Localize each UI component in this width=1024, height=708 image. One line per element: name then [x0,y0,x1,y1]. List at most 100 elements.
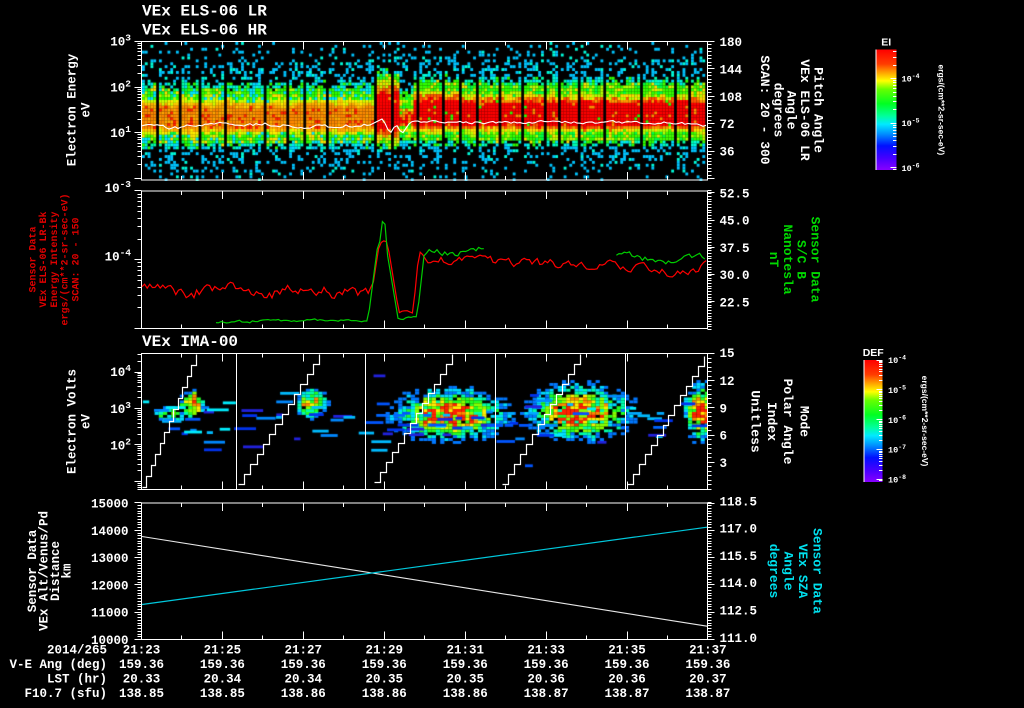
svg-text:72: 72 [720,118,735,132]
svg-text:159.36: 159.36 [119,658,164,672]
svg-text:10-6: 10-6 [902,162,920,174]
svg-text:159.36: 159.36 [524,658,569,672]
svg-text:10-5: 10-5 [888,384,906,396]
svg-text:114.0: 114.0 [720,577,758,591]
svg-text:20.37: 20.37 [689,672,727,686]
svg-text:Unitless: Unitless [748,390,763,453]
svg-text:104: 104 [110,363,131,380]
svg-text:12000: 12000 [91,579,129,593]
svg-text:22.5: 22.5 [720,296,750,310]
svg-text:30.0: 30.0 [720,269,750,283]
svg-text:15: 15 [720,347,735,361]
svg-text:11000: 11000 [91,607,129,621]
svg-text:138.85: 138.85 [119,687,164,701]
svg-text:6: 6 [720,430,728,444]
svg-text:10-4: 10-4 [105,248,132,265]
svg-text:Electron Volts: Electron Volts [66,369,80,474]
svg-text:ergs/(cm**2-sr-sec-eV): ergs/(cm**2-sr-sec-eV) [920,376,930,467]
svg-text:10-6: 10-6 [888,414,906,426]
svg-text:159.36: 159.36 [685,658,730,672]
svg-text:LST (hr): LST (hr) [47,672,107,686]
svg-text:115.5: 115.5 [720,550,758,564]
svg-text:Sensor Data: Sensor Data [808,217,823,303]
svg-text:20.36: 20.36 [527,672,565,686]
svg-text:13000: 13000 [91,552,129,566]
svg-text:159.36: 159.36 [200,658,245,672]
svg-text:9: 9 [720,402,728,416]
svg-text:102: 102 [110,79,131,96]
svg-text:Electron Energy: Electron Energy [66,53,80,166]
svg-text:Mode: Mode [797,406,812,437]
svg-text:159.36: 159.36 [443,658,488,672]
svg-text:21:31: 21:31 [446,643,484,657]
svg-text:F10.7 (sfu): F10.7 (sfu) [24,687,107,701]
svg-text:21:23: 21:23 [123,643,161,657]
svg-text:S/C B: S/C B [794,240,809,279]
svg-text:103: 103 [110,400,131,417]
svg-text:14000: 14000 [91,525,129,539]
svg-text:Polar Angle: Polar Angle [780,379,795,465]
svg-text:37.5: 37.5 [720,242,750,256]
svg-text:Sensor Data: Sensor Data [810,528,825,614]
svg-text:21:37: 21:37 [689,643,727,657]
svg-text:20.33: 20.33 [123,672,161,686]
svg-text:21:33: 21:33 [527,643,565,657]
svg-text:112.5: 112.5 [720,605,758,619]
svg-text:DEF: DEF [863,347,885,359]
svg-text:Angle: Angle [781,551,796,590]
svg-text:10-3: 10-3 [105,179,132,196]
svg-text:20.35: 20.35 [446,672,484,686]
svg-text:15000: 15000 [91,498,129,512]
svg-text:10-5: 10-5 [902,118,920,130]
svg-text:10-4: 10-4 [902,73,920,85]
svg-text:138.87: 138.87 [604,687,649,701]
svg-text:10-4: 10-4 [888,355,906,367]
svg-text:138.86: 138.86 [443,687,488,701]
svg-text:eV: eV [80,102,94,118]
svg-text:20.34: 20.34 [285,672,323,686]
svg-text:20.36: 20.36 [608,672,646,686]
svg-text:3: 3 [720,457,728,471]
svg-text:EI: EI [881,37,891,49]
svg-text:20.34: 20.34 [204,672,242,686]
svg-text:52.5: 52.5 [720,188,750,202]
svg-text:Energy Intensity: Energy Intensity [49,211,61,307]
svg-text:159.36: 159.36 [362,658,407,672]
svg-text:102: 102 [110,436,131,453]
svg-text:SCAN: 20 - 300: SCAN: 20 - 300 [757,55,772,164]
svg-text:Sensor Data: Sensor Data [29,226,40,292]
svg-text:Index: Index [764,402,779,441]
svg-text:ergs/(cm**2-sr-sec-eV): ergs/(cm**2-sr-sec-eV) [937,64,947,155]
svg-text:36: 36 [720,146,735,160]
svg-text:SCAN: 20 - 150: SCAN: 20 - 150 [71,217,82,301]
svg-text:Nanotesla: Nanotesla [780,224,795,294]
svg-text:108: 108 [720,91,743,105]
svg-text:21:35: 21:35 [608,643,646,657]
svg-text:10-7: 10-7 [888,444,906,456]
svg-text:degrees: degrees [766,544,781,599]
svg-text:VEx ELS-06 LR: VEx ELS-06 LR [142,3,267,21]
svg-text:138.86: 138.86 [281,687,326,701]
svg-text:101: 101 [110,124,131,141]
svg-text:20.35: 20.35 [366,672,404,686]
svg-text:21:29: 21:29 [366,643,404,657]
svg-text:VEx ELS-06 HR: VEx ELS-06 HR [142,22,267,40]
svg-text:21:27: 21:27 [285,643,323,657]
svg-text:159.36: 159.36 [281,658,326,672]
svg-text:12: 12 [720,375,735,389]
svg-text:VEx ELS-06 LR-Bk: VEx ELS-06 LR-Bk [38,211,50,307]
svg-text:VEx IMA-00: VEx IMA-00 [142,333,238,351]
svg-text:eV: eV [80,414,94,430]
svg-text:km: km [61,563,75,579]
svg-text:21:25: 21:25 [204,643,242,657]
svg-text:V-E Ang (deg): V-E Ang (deg) [9,658,107,672]
svg-text:138.87: 138.87 [685,687,730,701]
svg-text:45.0: 45.0 [720,215,750,229]
svg-text:ergs/(cm**2-sr-sec-eV): ergs/(cm**2-sr-sec-eV) [60,193,72,325]
svg-text:10-8: 10-8 [888,474,906,486]
svg-text:nT: nT [766,252,781,268]
svg-text:138.85: 138.85 [200,687,245,701]
svg-text:118.5: 118.5 [720,495,758,509]
svg-text:144: 144 [720,63,743,77]
svg-text:159.36: 159.36 [604,658,649,672]
